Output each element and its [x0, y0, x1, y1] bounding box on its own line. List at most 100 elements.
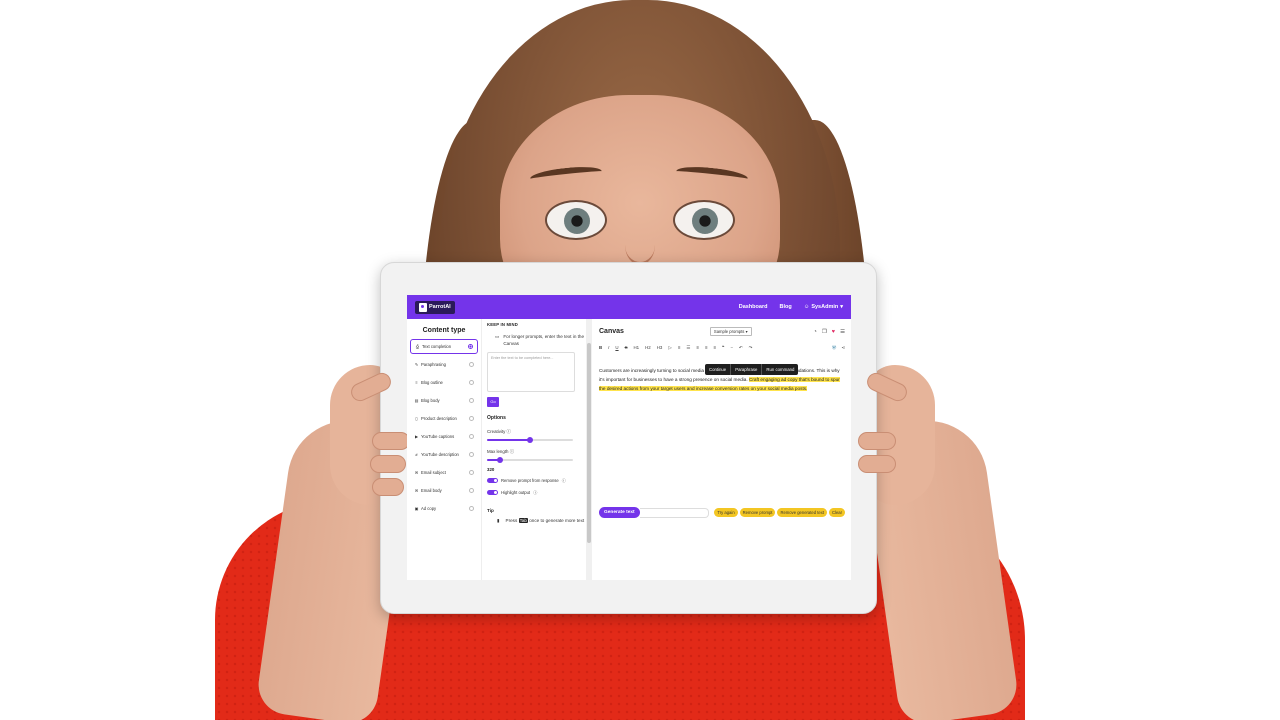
creativity-slider[interactable]	[487, 436, 573, 443]
slider-handle[interactable]	[496, 456, 503, 463]
radio-button[interactable]	[469, 452, 474, 457]
remove-prompt-toggle[interactable]	[487, 478, 498, 484]
creativity-label-text: Creativity	[487, 428, 506, 434]
radio-button[interactable]	[469, 398, 474, 403]
format-button[interactable]: H3	[657, 345, 663, 351]
format-button[interactable]: B	[599, 345, 602, 351]
help-icon: ⓘ	[509, 448, 515, 454]
format-button[interactable]: H2	[645, 345, 651, 351]
tip-body: Press Tab once to generate more text	[506, 517, 585, 524]
highlight-output-toggle[interactable]	[487, 490, 498, 496]
content-type-item[interactable]: ⎙ Text completion	[410, 339, 478, 354]
radio-button[interactable]	[469, 416, 474, 421]
go-button[interactable]: Go	[487, 396, 499, 407]
content-type-item[interactable]: # YouTube description	[410, 447, 478, 462]
prompt-textarea[interactable]: Enter the text to be completed here...	[487, 351, 575, 392]
radio-button[interactable]	[469, 470, 474, 475]
format-button[interactable]: ▷	[668, 345, 671, 351]
user-menu[interactable]: ☺ SysAdmin ▾	[804, 304, 843, 310]
try-again-button[interactable]: Try again	[714, 508, 738, 517]
chevron-down-icon: ▾	[840, 304, 843, 310]
scrollbar-thumb[interactable]	[587, 343, 591, 543]
creativity-label: Creativity ⓘ	[487, 429, 586, 435]
clear-button[interactable]: Clear	[828, 508, 845, 517]
editor-toolbar: B I U S H1 H2 H3 ▷ ≡ ☰ ≡ ≡ ≡ ❝ − ↶ ↷ Ⓦ ⋖	[599, 345, 845, 351]
wordpress-icon[interactable]: Ⓦ	[832, 345, 836, 351]
content-type-label: Blog outline	[421, 380, 443, 385]
copy-icon[interactable]: ❐	[822, 329, 827, 335]
canvas-actions: ◔ ❐ ♥ ☰	[814, 329, 845, 335]
youtube-icon: ▶	[414, 434, 419, 439]
document-icon: ▤	[414, 398, 419, 403]
iris	[564, 208, 590, 234]
radio-button[interactable]	[469, 362, 474, 367]
format-button[interactable]: ❝	[722, 345, 724, 351]
format-button[interactable]: ☰	[686, 345, 690, 351]
remove-generated-text-button[interactable]: Remove generated text	[777, 508, 827, 517]
content-type-item[interactable]: ✉ Email subject	[410, 465, 478, 480]
radio-button[interactable]	[469, 434, 474, 439]
format-button[interactable]: ≡	[696, 345, 699, 351]
content-type-item[interactable]: ✎ Paraphrasing	[410, 357, 478, 372]
canvas-panel: Canvas Sample prompts ▾ ◔ ❐ ♥ ☰ B I U S H1 H2…	[593, 319, 851, 580]
nav-dashboard-link[interactable]: Dashboard	[739, 304, 768, 310]
sidebar-title: Content type	[422, 327, 466, 334]
remove-prompt-toggle-row: Remove prompt from response ⓘ	[487, 478, 586, 484]
radio-button[interactable]	[469, 488, 474, 493]
format-button[interactable]: U	[615, 345, 618, 351]
content-type-item[interactable]: ≡ Blog outline	[410, 375, 478, 390]
format-button[interactable]: ≡	[678, 345, 681, 351]
slider-fill	[487, 438, 530, 441]
radio-button[interactable]	[469, 380, 474, 385]
content-type-label: YouTube captions	[421, 434, 455, 439]
list-icon[interactable]: ☰	[840, 329, 845, 335]
prompt-panel-scrollbar[interactable]	[586, 319, 592, 580]
format-button[interactable]: ↶	[739, 345, 743, 351]
content-type-item[interactable]: ▶ YouTube captions	[410, 429, 478, 444]
max-length-slider[interactable]	[487, 456, 573, 463]
format-button[interactable]: ≡	[713, 345, 716, 351]
ad-icon: ▣	[414, 506, 419, 511]
nav-blog-link[interactable]: Blog	[779, 304, 791, 310]
heart-icon[interactable]: ♥	[832, 329, 835, 335]
share-icon[interactable]: ⋖	[841, 345, 845, 351]
help-icon: ⓘ	[506, 428, 511, 434]
format-button[interactable]: ↷	[749, 345, 753, 351]
content-type-item[interactable]: ▤ Blog body	[410, 393, 478, 408]
format-button[interactable]: S	[625, 345, 628, 351]
radio-button[interactable]	[468, 344, 473, 349]
remove-prompt-label: Remove prompt from response	[501, 478, 559, 484]
radio-button[interactable]	[469, 506, 474, 511]
top-navbar: ParrotAI Dashboard Blog ☺ SysAdmin ▾	[407, 295, 851, 319]
app-screen: ParrotAI Dashboard Blog ☺ SysAdmin ▾ Con…	[407, 295, 851, 580]
keep-in-mind-title: KEEP IN MIND	[487, 322, 518, 327]
sample-prompts-dropdown[interactable]: Sample prompts ▾	[709, 327, 752, 336]
paraphrase-menu-item[interactable]: Paraphrase	[731, 364, 763, 375]
help-icon: ⓘ	[561, 477, 566, 483]
content-type-item[interactable]: ✉ Email body	[410, 483, 478, 498]
content-type-item[interactable]: ▯ Product description	[410, 411, 478, 426]
format-button[interactable]: ≡	[705, 345, 708, 351]
max-length-label: Max length ⓘ	[487, 449, 586, 455]
continue-menu-item[interactable]: Continue	[705, 364, 732, 375]
help-icon: ⓘ	[533, 489, 538, 495]
content-type-label: Product description	[421, 416, 457, 421]
content-type-label: Text completion	[422, 344, 452, 349]
format-button[interactable]: H1	[634, 345, 640, 351]
slider-handle[interactable]	[527, 436, 533, 443]
user-icon: ☺	[803, 304, 810, 310]
history-icon[interactable]: ◔	[814, 329, 817, 335]
app-logo[interactable]: ParrotAI	[415, 300, 455, 314]
generate-text-button[interactable]: Generate text	[599, 507, 640, 518]
format-button[interactable]: I	[608, 345, 609, 351]
selection-popup-menu: Continue Paraphrase Run command	[705, 364, 799, 375]
keep-in-mind-note: ▭ For longer prompts, enter the text in …	[495, 333, 586, 348]
canvas-header: Canvas Sample prompts ▾ ◔ ❐ ♥ ☰	[599, 327, 845, 336]
remove-prompt-button[interactable]: Remove prompt	[739, 508, 776, 517]
tip-post: once to generate more text	[529, 517, 585, 523]
format-button[interactable]: −	[730, 345, 733, 351]
run-command-menu-item[interactable]: Run command	[762, 364, 798, 375]
content-type-item[interactable]: ▣ Ad copy	[410, 501, 478, 516]
eye	[545, 200, 607, 240]
finger	[370, 455, 406, 473]
